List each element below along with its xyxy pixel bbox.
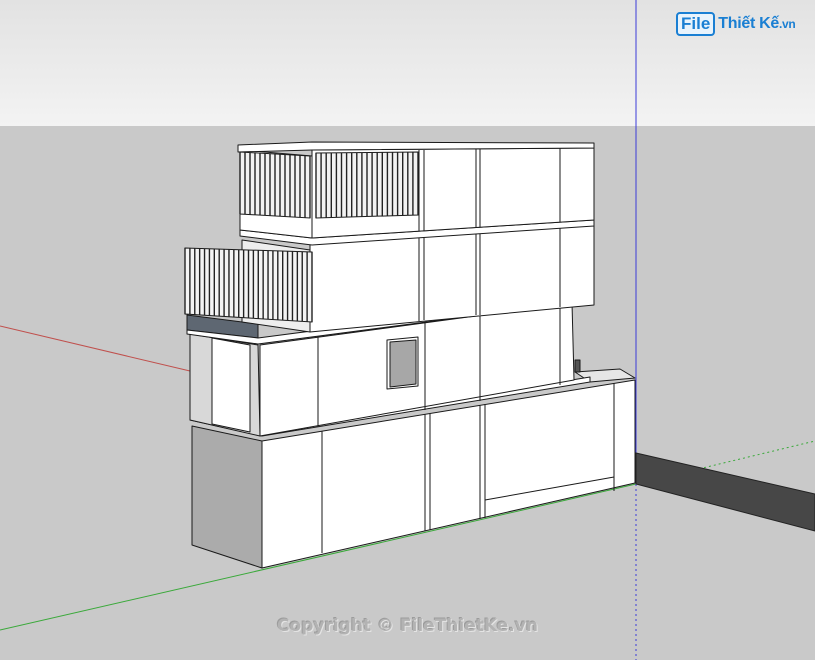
logo-file-mark: File (676, 12, 716, 36)
second-floor-left-inner (211, 337, 251, 433)
louver-screen-top-middle (315, 151, 419, 219)
model-viewport[interactable]: File Thiết Kế.vn Copyright © FileThietKe… (0, 0, 815, 660)
copyright-watermark: Copyright © FileThietKe.vn (277, 616, 538, 636)
brand-logo: File Thiết Kế.vn (676, 12, 796, 36)
second-floor-window-glass (389, 339, 417, 388)
louver-railing-balcony (184, 247, 313, 323)
logo-name: Thiết Kế (718, 15, 780, 32)
logo-domain: .vn (779, 17, 796, 31)
balcony-light (574, 359, 581, 373)
building-model-scene (0, 0, 815, 660)
louver-screen-top-left (239, 151, 311, 219)
logo-text: Thiết Kế.vn (718, 15, 795, 33)
ground-floor-left-face (191, 425, 263, 569)
